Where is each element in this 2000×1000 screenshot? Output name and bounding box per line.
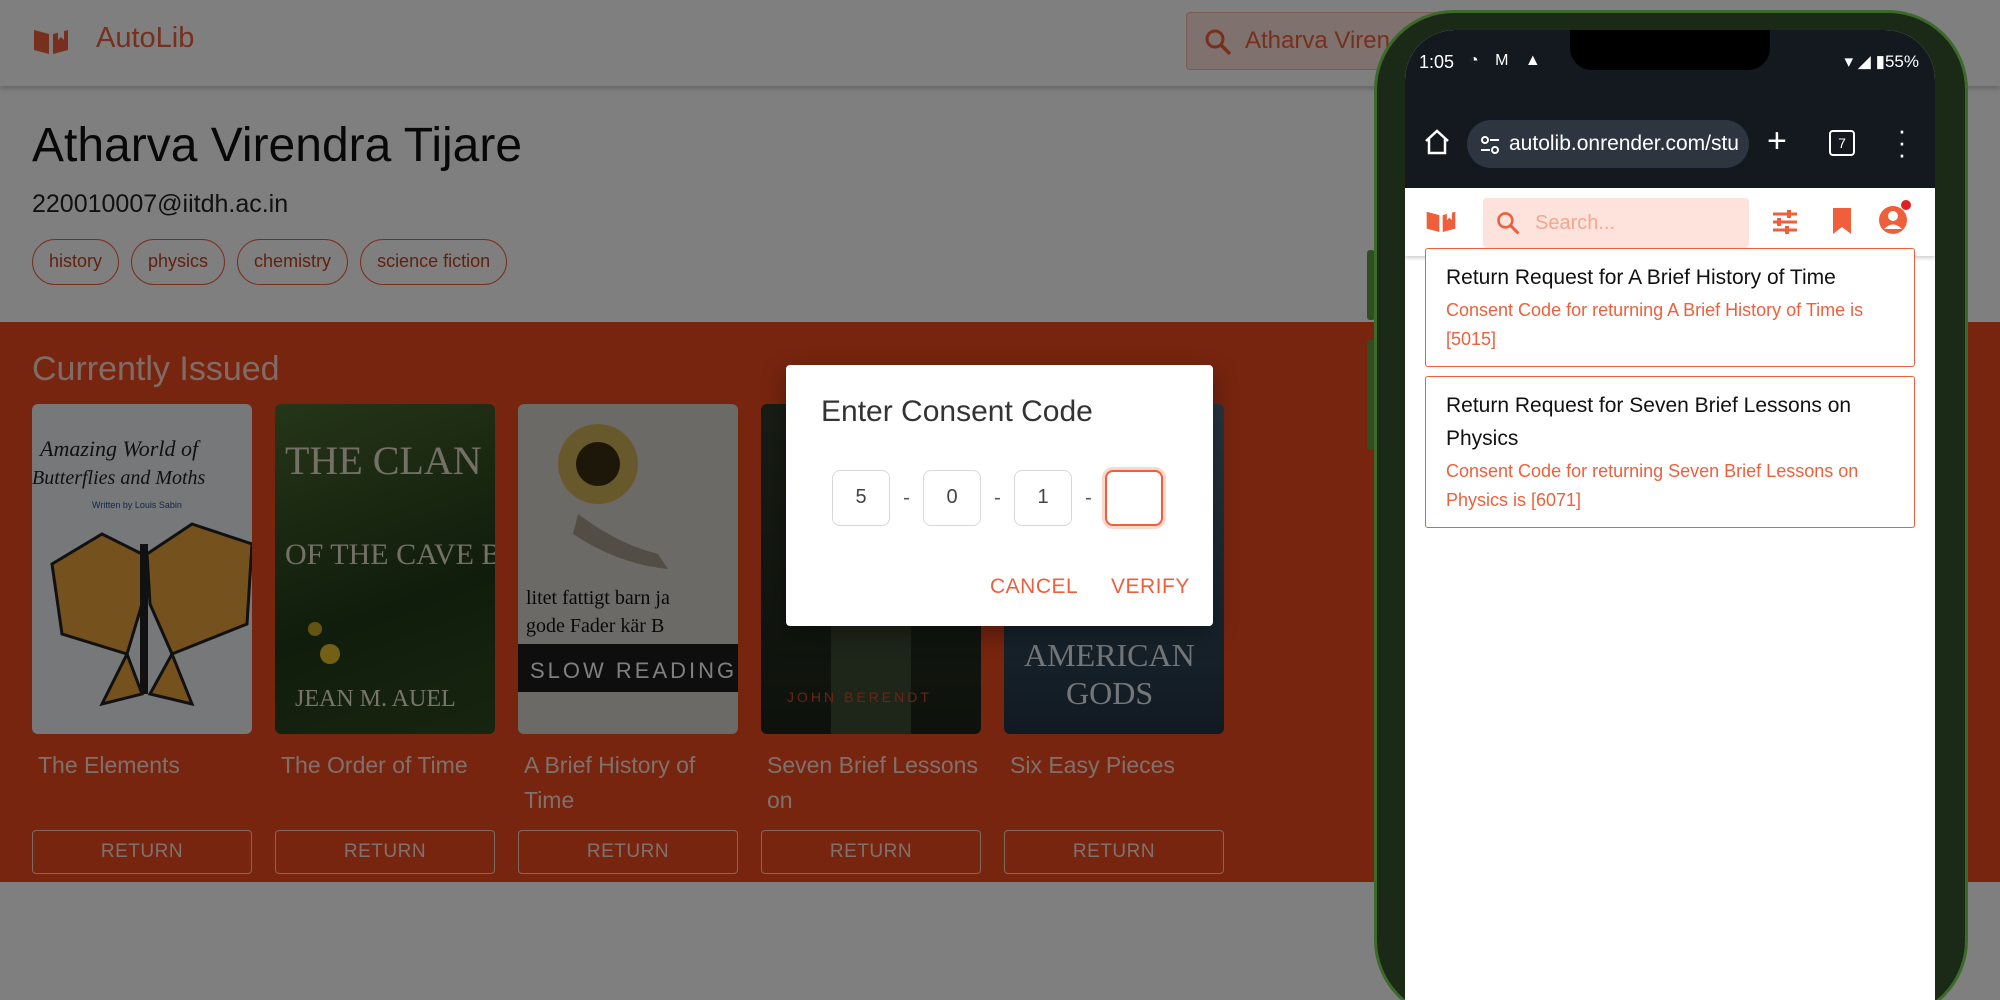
- verify-button[interactable]: VERIFY: [1111, 575, 1190, 599]
- mobile-app-bar: Search...: [1405, 188, 1935, 256]
- phone-status-bar: 1:05 ◔ M ▲ ▾ ◢ ▮55%: [1405, 30, 1935, 98]
- code-digit-1[interactable]: 5: [832, 470, 890, 526]
- search-icon: [1497, 212, 1520, 235]
- code-separator: -: [994, 486, 1001, 509]
- code-digit-4[interactable]: [1105, 470, 1163, 526]
- status-battery: ▾ ◢ ▮55%: [1844, 52, 1919, 71]
- notification-body: Consent Code for returning A Brief Histo…: [1446, 300, 1864, 349]
- dialog-title: Enter Consent Code: [821, 395, 1093, 428]
- more-menu-icon[interactable]: · · ·: [1897, 117, 1907, 167]
- notification-card[interactable]: Return Request for Seven Brief Lessons o…: [1425, 376, 1915, 528]
- notification-body: Consent Code for returning Seven Brief L…: [1446, 461, 1859, 510]
- code-separator: -: [1085, 486, 1092, 509]
- code-input-row: 5 - 0 - 1 -: [832, 470, 1163, 526]
- notification-card[interactable]: Return Request for A Brief History of Ti…: [1425, 248, 1915, 367]
- tab-switcher-icon[interactable]: 7: [1829, 130, 1855, 156]
- filter-icon[interactable]: [1771, 208, 1799, 236]
- new-tab-icon[interactable]: +: [1767, 122, 1787, 161]
- cancel-button[interactable]: CANCEL: [990, 575, 1078, 599]
- browser-toolbar: autolib.onrender.com/stu + 7 · · ·: [1405, 98, 1935, 188]
- notification-badge: [1901, 200, 1911, 210]
- notification-title: Return Request for Seven Brief Lessons o…: [1446, 394, 1852, 450]
- code-separator: -: [903, 486, 910, 509]
- code-digit-3[interactable]: 1: [1014, 470, 1072, 526]
- phone-screen: 1:05 ◔ M ▲ ▾ ◢ ▮55% autolib.onrender.com…: [1405, 30, 1935, 1000]
- camera-notch: [1570, 30, 1770, 70]
- home-icon[interactable]: [1423, 128, 1451, 156]
- book-logo-icon[interactable]: [1425, 208, 1457, 234]
- mobile-search-input[interactable]: Search...: [1483, 198, 1749, 248]
- notification-icons: ◔ M ▲: [1469, 52, 1547, 69]
- bookmark-icon[interactable]: [1831, 206, 1853, 236]
- site-settings-icon[interactable]: [1479, 134, 1501, 156]
- battery-level: 55%: [1884, 52, 1919, 71]
- status-time: 1:05: [1419, 52, 1455, 72]
- url-text: autolib.onrender.com/stu: [1509, 132, 1739, 155]
- consent-code-dialog: Enter Consent Code 5 - 0 - 1 - CANCEL VE…: [786, 365, 1213, 626]
- search-placeholder: Search...: [1535, 212, 1616, 234]
- code-digit-2[interactable]: 0: [923, 470, 981, 526]
- notification-title: Return Request for A Brief History of Ti…: [1446, 266, 1836, 289]
- address-bar[interactable]: autolib.onrender.com/stu: [1467, 120, 1749, 168]
